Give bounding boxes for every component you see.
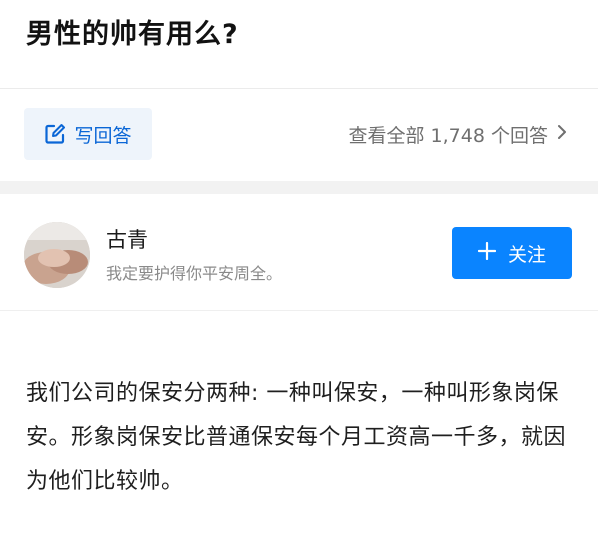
- question-title: 男性的帅有用么?: [26, 19, 239, 50]
- answer-card: 古青 我定要护得你平安周全。 关注 我们公司的保安分两种: 一种叫保安，一种叫形…: [0, 194, 598, 541]
- view-all-label: 查看全部 1,748 个回答: [348, 124, 548, 147]
- divider: [0, 88, 598, 89]
- edit-icon: [44, 123, 66, 145]
- write-answer-label: 写回答: [74, 124, 132, 147]
- author-name[interactable]: 古青: [106, 224, 148, 254]
- plus-icon: [477, 241, 497, 265]
- write-answer-button[interactable]: 写回答: [24, 108, 152, 160]
- chevron-right-icon: [556, 123, 568, 145]
- follow-label: 关注: [507, 243, 546, 266]
- section-separator: [0, 181, 598, 194]
- author-bio: 我定要护得你平安周全。: [106, 264, 283, 283]
- divider: [0, 310, 598, 311]
- answer-content: 我们公司的保安分两种: 一种叫保安，一种叫形象岗保安。形象岗保安比普通保安每个月…: [26, 381, 567, 494]
- view-all-answers-link[interactable]: 查看全部 1,748 个回答: [349, 118, 568, 150]
- question-header: 男性的帅有用么? 写回答 查看全部 1,748 个回答: [0, 0, 598, 181]
- follow-button[interactable]: 关注: [452, 227, 572, 279]
- avatar[interactable]: [24, 222, 90, 288]
